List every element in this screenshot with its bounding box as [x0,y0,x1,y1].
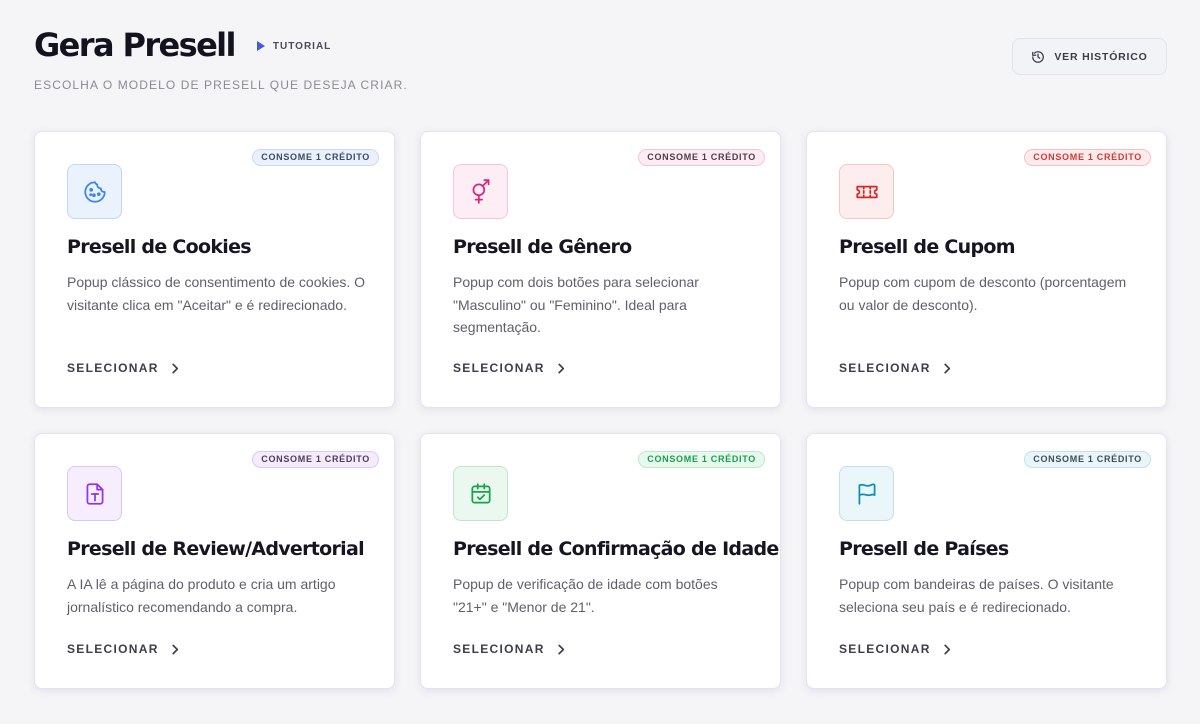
chevron-right-icon [558,644,564,654]
card-countries[interactable]: CONSOME 1 CRÉDITO Presell de Países Popu… [806,433,1167,689]
credit-badge: CONSOME 1 CRÉDITO [1024,451,1151,468]
chevron-right-icon [944,644,950,654]
page-header: Gera Presell TUTORIAL ESCOLHA O MODELO D… [34,26,408,92]
cookie-icon [83,180,106,203]
credit-badge: CONSOME 1 CRÉDITO [1024,149,1151,166]
flag-icon [858,483,875,505]
card-title: Presell de Review/Advertorial [67,538,365,560]
select-label: SELECIONAR [67,642,159,656]
card-review-advertorial[interactable]: CONSOME 1 CRÉDITO Presell de Review/Adve… [34,433,395,689]
select-label: SELECIONAR [453,642,545,656]
card-cookies[interactable]: CONSOME 1 CRÉDITO Presell de Cookies Pop… [34,131,395,408]
select-button[interactable]: SELECIONAR [839,642,951,656]
card-description: Popup com bandeiras de países. O visitan… [839,576,1114,615]
credit-badge: CONSOME 1 CRÉDITO [252,149,379,166]
card-coupon[interactable]: CONSOME 1 CRÉDITO Presell de Cupom Popup… [806,131,1167,408]
view-history-button[interactable]: VER HISTÓRICO [1012,38,1167,75]
select-label: SELECIONAR [839,361,931,375]
select-button[interactable]: SELECIONAR [839,361,951,375]
card-description: Popup com cupom de desconto (porcentagem… [839,274,1127,313]
card-title: Presell de Cookies [67,236,252,258]
credit-badge: CONSOME 1 CRÉDITO [638,451,765,468]
gender-icon [472,178,489,204]
ticket-icon-box [839,164,894,219]
select-button[interactable]: SELECIONAR [67,361,179,375]
card-title: Presell de Confirmação de Idade [453,538,779,560]
select-label: SELECIONAR [453,361,545,375]
calendar-icon-box [453,466,508,521]
tutorial-label: TUTORIAL [272,40,332,52]
cookie-icon-box [67,164,122,219]
calendar-check-icon [470,482,491,504]
card-description: Popup de verificação de idade com botões… [453,576,718,615]
history-label: VER HISTÓRICO [1054,50,1148,63]
select-button[interactable]: SELECIONAR [67,642,179,656]
card-title: Presell de Cupom [839,236,1016,258]
gender-icon-box [453,164,508,219]
credit-badge: CONSOME 1 CRÉDITO [252,451,379,468]
title-row: Gera Presell TUTORIAL [34,26,408,64]
page-title: Gera Presell [34,26,237,64]
chevron-right-icon [558,363,564,373]
select-label: SELECIONAR [839,642,931,656]
card-description: Popup clássico de consentimento de cooki… [67,274,366,313]
play-icon [256,41,265,51]
card-description: A IA lê a página do produto e cria um ar… [67,576,336,615]
tutorial-link[interactable]: TUTORIAL [256,40,332,52]
select-label: SELECIONAR [67,361,159,375]
document-icon-box [67,466,122,521]
ticket-icon [855,185,878,198]
flag-icon-box [839,466,894,521]
card-title: Presell de Gênero [453,236,632,258]
document-text-icon [86,482,103,505]
page-subtitle: ESCOLHA O MODELO DE PRESELL QUE DESEJA C… [34,78,408,92]
select-button[interactable]: SELECIONAR [453,642,565,656]
card-age-confirmation[interactable]: CONSOME 1 CRÉDITO Presell de Confirmação… [420,433,781,689]
card-description: Popup com dois botões para selecionar "M… [453,274,699,335]
credit-badge: CONSOME 1 CRÉDITO [638,149,765,166]
chevron-right-icon [172,363,178,373]
chevron-right-icon [172,644,178,654]
select-button[interactable]: SELECIONAR [453,361,565,375]
chevron-right-icon [944,363,950,373]
card-gender[interactable]: CONSOME 1 CRÉDITO Presell de Gênero Popu… [420,131,781,408]
card-title: Presell de Países [839,538,1009,560]
history-icon [1032,50,1045,63]
